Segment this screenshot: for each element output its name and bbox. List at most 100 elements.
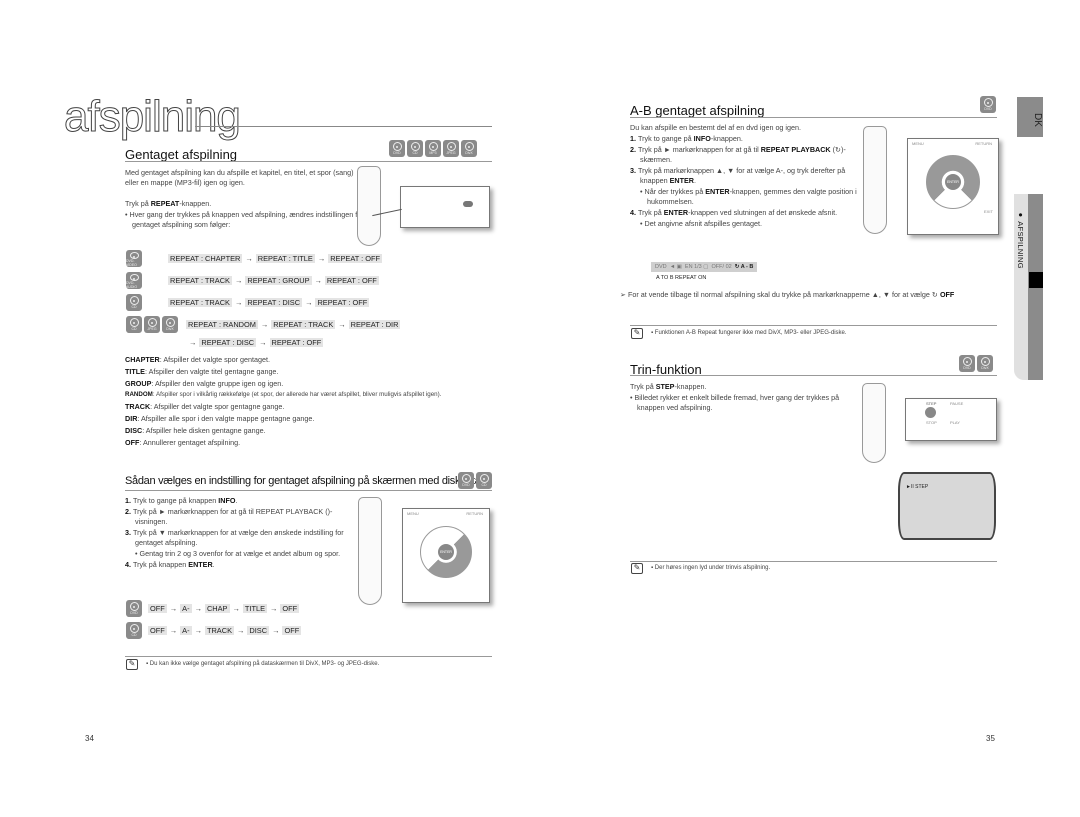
step-text: -knappen ved slutningen af det ønskede a… bbox=[688, 208, 838, 217]
definition-text: : Annullerer gentaget afspilning. bbox=[139, 437, 241, 447]
definition-item: GROUP: Afspiller den valgte gruppe igen … bbox=[125, 379, 495, 389]
step-bullet: • Når der trykkes på ENTER-knappen, gemm… bbox=[630, 187, 860, 207]
sequence-item: OFF bbox=[282, 626, 302, 635]
disc-type-label: DVD-VIDEO bbox=[126, 259, 137, 267]
disc-type-icon: DVD bbox=[126, 600, 142, 617]
sequence-item: TRACK bbox=[204, 626, 235, 635]
step-number: 1. bbox=[125, 496, 133, 505]
sequence-item: REPEAT : TRACK bbox=[168, 276, 232, 285]
enter-button: ENTER bbox=[438, 544, 454, 560]
info-bar: DVD ◄ ▣ EN 1/3 ▢ OFF/ 02 ↻ A - B bbox=[651, 262, 758, 272]
sequence-icons: CD JPEG DivX bbox=[124, 316, 186, 333]
disc-type-icon: CD bbox=[126, 316, 142, 333]
definition-text: : Afspiller den valgte gruppe igen og ig… bbox=[151, 378, 284, 388]
definition-item: DIR: Afspiller alle spor i den valgte ma… bbox=[125, 414, 495, 424]
definition-term: DISC bbox=[125, 425, 143, 435]
step-text: Tryk på knappen bbox=[133, 560, 189, 569]
sequence-icons: CD bbox=[124, 294, 168, 311]
sequence-item: TITLE bbox=[242, 604, 268, 613]
definition-text: : Afspiller spor i vilkårlig rækkefølge … bbox=[152, 391, 442, 399]
disc-icon bbox=[428, 142, 438, 152]
repeat-step: Tryk på REPEAT-knappen. bbox=[125, 199, 212, 208]
arrow-icon: → bbox=[234, 276, 243, 285]
sequence-item: A- bbox=[180, 604, 192, 613]
step-item: 1. Tryk to gange på INFO-knappen. bbox=[630, 134, 860, 144]
arrow-icon: → bbox=[194, 626, 202, 635]
sequence-item: REPEAT : DIR bbox=[348, 320, 401, 329]
step-bold: ENTER bbox=[188, 560, 213, 569]
step-bold: INFO bbox=[218, 496, 236, 505]
disc-icon bbox=[165, 318, 175, 327]
disc-type-label: DVD bbox=[130, 611, 138, 615]
step-bold: ENTER bbox=[705, 187, 730, 196]
disc-type-icon: JPEG bbox=[443, 140, 459, 158]
enter-button: ENTER bbox=[945, 174, 961, 190]
arrow-icon: → bbox=[234, 298, 243, 307]
disc-type-icon: DivX bbox=[461, 140, 477, 158]
disc-icon bbox=[479, 474, 489, 484]
disc-type-label: DVD bbox=[984, 107, 992, 112]
disc-type-icon: DVD bbox=[980, 96, 996, 114]
definition-text: : Afspiller det valgte spor gentagne gan… bbox=[150, 402, 285, 412]
sequence-item: OFF bbox=[148, 604, 167, 613]
sequence-item: REPEAT : OFF bbox=[269, 338, 324, 347]
disc-type-icon: CD bbox=[476, 472, 492, 490]
disc-type-icon: CD bbox=[126, 294, 142, 311]
repeat-button-highlight bbox=[463, 201, 473, 207]
step-number: 2. bbox=[630, 145, 638, 154]
sequence-row: CD JPEG DivX REPEAT : RANDOM → REPEAT : TRACK… bbox=[124, 316, 401, 333]
definition-term: CHAPTER bbox=[125, 355, 160, 364]
sequence-item: DISC bbox=[247, 626, 270, 635]
info-caption: A TO B REPEAT ON bbox=[656, 275, 707, 281]
sequence-item: OFF bbox=[148, 626, 167, 635]
step-number: 3. bbox=[630, 166, 638, 175]
sequence-row: CD REPEAT : TRACK → REPEAT : DISC → REPEAT : … bbox=[124, 294, 370, 311]
section-title-ab-repeat: A-B gentaget afspilning bbox=[630, 103, 765, 118]
definition-item: TITLE: Afspiller den valgte titel gentag… bbox=[125, 367, 495, 377]
disc-type-label: JPEG bbox=[147, 327, 157, 331]
definition-text: : Afspiller alle spor i den valgte mappe… bbox=[137, 413, 315, 423]
sequence-item: REPEAT : OFF bbox=[328, 254, 383, 263]
step-text: Tryk på ► markørknappen for at gå til bbox=[638, 145, 761, 154]
step-text: Tryk på ► markørknappen for at gå til RE… bbox=[133, 507, 328, 516]
step-item: 4. Tryk på knappen ENTER. bbox=[125, 560, 345, 570]
disc-type-label: DivX bbox=[981, 366, 989, 371]
disc-icon bbox=[446, 142, 456, 152]
sequence-item: REPEAT : TITLE bbox=[255, 254, 315, 263]
section-rule bbox=[630, 375, 997, 376]
definition-term: GROUP bbox=[125, 378, 152, 388]
remote-zoom-nav: MENU RETURN ENTER bbox=[402, 508, 490, 603]
section-title-info-repeat: Sådan vælges en indstilling for gentaget… bbox=[125, 475, 484, 487]
arrow-icon: → bbox=[169, 626, 178, 635]
step-item: 4. Tryk på ENTER-knappen ved slutningen … bbox=[630, 208, 860, 218]
disc-type-label: CD bbox=[412, 151, 418, 156]
sequence-item: A- bbox=[180, 626, 192, 635]
ab-steps: 1. Tryk to gange på INFO-knappen. 2. Tryk… bbox=[630, 134, 860, 230]
arrow-icon: → bbox=[237, 626, 245, 635]
step-number: 3. bbox=[125, 528, 133, 537]
step-text: Tryk to gange på bbox=[638, 134, 694, 143]
step-item: 2. Tryk på ► markørknappen for at gå til… bbox=[630, 145, 860, 165]
arrow-icon: → bbox=[270, 604, 278, 613]
sequence-icons: DVD bbox=[124, 600, 148, 617]
note-icon: ✎ bbox=[126, 659, 138, 670]
arrow-icon: → bbox=[260, 320, 269, 329]
sequence-row: DVD OFF → A- → CHAP → TITLE → OFF bbox=[124, 600, 300, 617]
disc-icons-step: DVD DivX bbox=[957, 355, 993, 373]
sequence-line: REPEAT : TRACK → REPEAT : GROUP → REPEAT : O… bbox=[168, 276, 379, 285]
step-text: . bbox=[212, 560, 215, 569]
disc-type-label: DVD-AUDIO bbox=[126, 281, 138, 289]
step-bold: REPEAT PLAYBACK bbox=[760, 145, 831, 154]
bullet-text: • Når der trykkes på bbox=[640, 187, 706, 196]
disc-type-label: DivX bbox=[166, 327, 174, 331]
step-text: Tryk to gange på knappen bbox=[133, 496, 219, 505]
section-rule bbox=[125, 490, 492, 491]
disc-type-icon: DVD bbox=[959, 355, 975, 373]
sequence-line: OFF → A- → TRACK → DISC → OFF bbox=[148, 626, 302, 635]
section-rule bbox=[630, 117, 997, 118]
step-bold: INFO bbox=[693, 134, 711, 143]
disc-type-label: DivX bbox=[465, 151, 473, 156]
arrow-icon: → bbox=[189, 338, 197, 347]
disc-type-label: MP3 bbox=[429, 151, 437, 156]
note-rule bbox=[630, 561, 997, 562]
